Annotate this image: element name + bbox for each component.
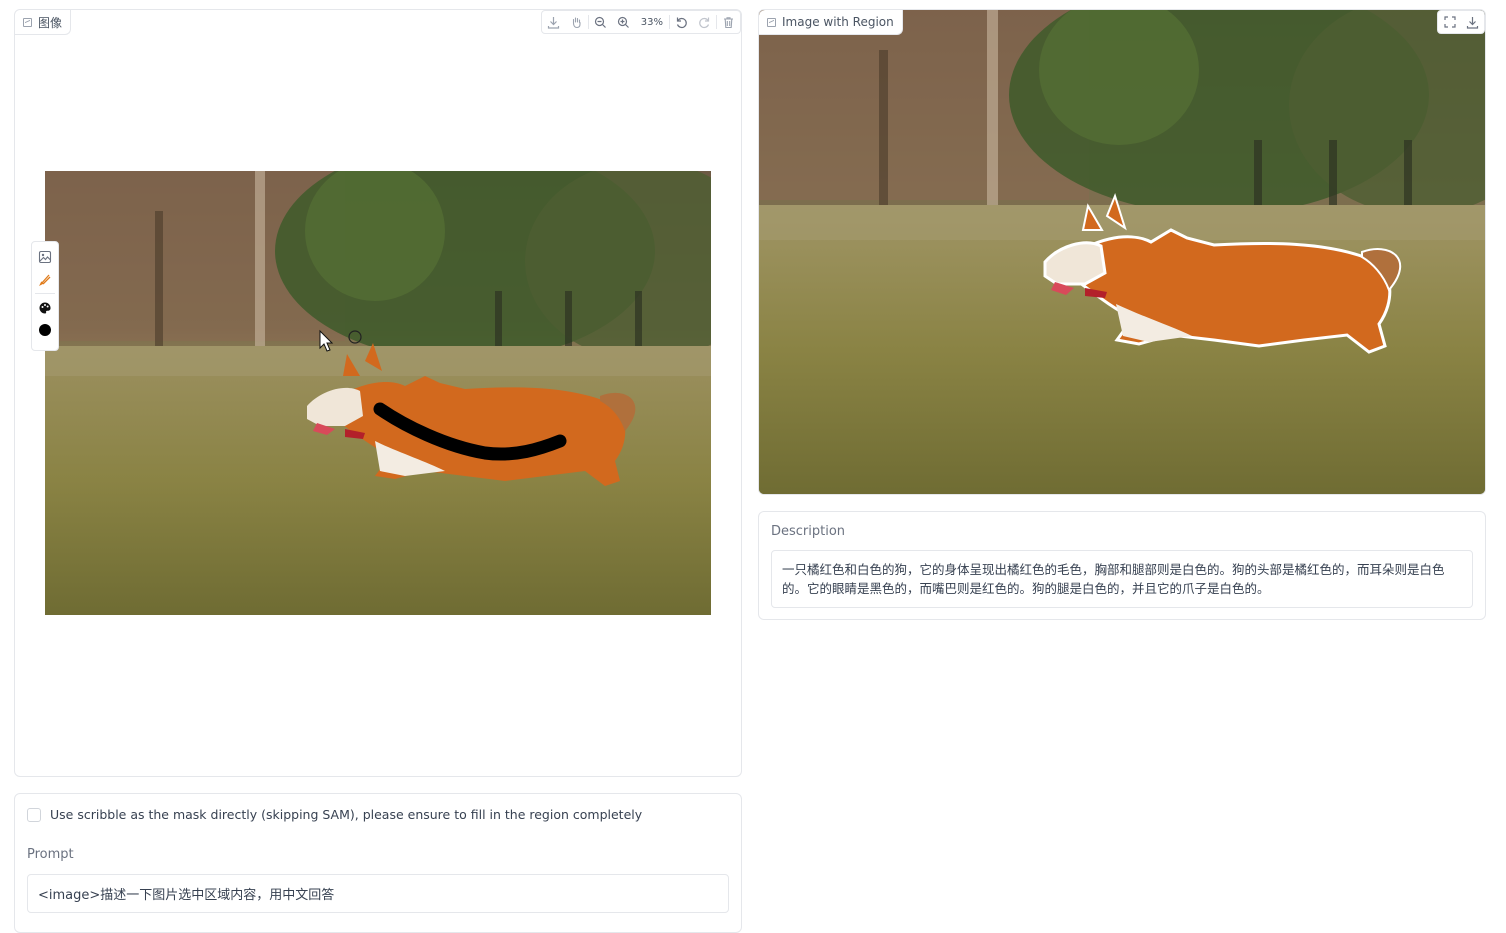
tool-divider [35,293,55,294]
image-with-region-label: Image with Region [759,10,903,35]
prompt-label: Prompt [27,847,74,862]
region-toolbar [1437,10,1485,34]
scribble-mask-checkbox[interactable] [27,807,41,822]
image-with-region-panel: Image with Region [758,9,1486,495]
image-with-region-label-text: Image with Region [782,15,894,29]
brush-icon[interactable] [34,268,56,290]
trash-icon[interactable] [717,11,740,33]
zoom-out-icon[interactable] [589,11,612,33]
image-icon [23,17,32,27]
palette-icon[interactable] [34,297,56,319]
editor-canvas-image[interactable] [45,171,711,615]
image-icon [767,17,776,27]
image-upload-icon[interactable] [34,246,56,268]
scribble-mask-label: Use scribble as the mask directly (skipp… [50,807,643,822]
brush-tools [31,241,59,351]
prompt-input[interactable]: <image>描述一下图片选中区域内容，用中文回答 [27,874,729,913]
image-editor-label: 图像 [15,10,72,35]
zoom-in-icon[interactable] [612,11,635,33]
description-panel: Description 一只橘红色和白色的狗，它的身体呈现出橘红色的毛色，胸部和… [758,511,1486,620]
image-editor-panel: 图像 33% [14,9,742,777]
pan-hand-icon[interactable] [565,11,588,33]
download-icon[interactable] [1461,11,1484,33]
editor-toolbar: 33% [540,10,741,34]
redo-icon[interactable] [693,11,716,33]
fullscreen-icon[interactable] [1438,11,1461,33]
description-label: Description [771,524,846,539]
description-textbox[interactable]: 一只橘红色和白色的狗，它的身体呈现出橘红色的毛色，胸部和腿部则是白色的。狗的头部… [771,550,1473,608]
brush-size-icon[interactable] [34,319,56,341]
zoom-level: 33% [640,16,663,28]
scribble-mask-option[interactable]: Use scribble as the mask directly (skipp… [27,807,642,822]
image-editor-label-text: 图像 [38,15,63,30]
download-icon[interactable] [542,11,565,33]
prompt-panel: Use scribble as the mask directly (skipp… [14,793,742,933]
undo-icon[interactable] [670,11,693,33]
region-image [759,10,1485,494]
